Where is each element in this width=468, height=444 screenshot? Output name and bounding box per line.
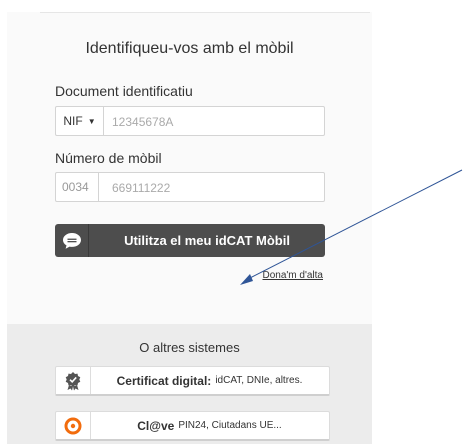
annotation-arrow — [240, 169, 463, 285]
